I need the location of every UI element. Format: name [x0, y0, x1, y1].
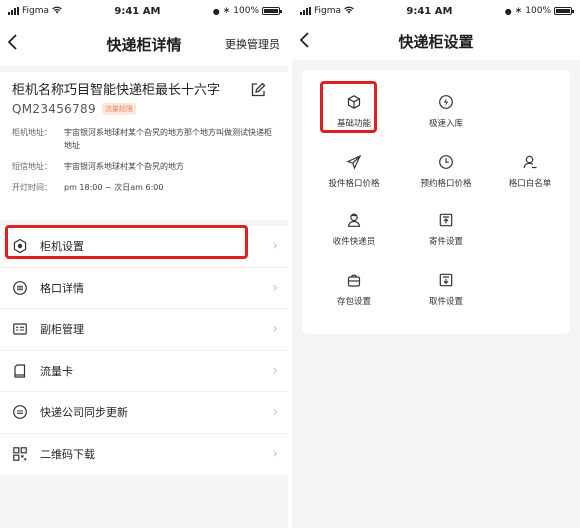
cabinet-detail-screen: Figma 9:41 AM ● ∗ 100% 快递柜详情 更换管理员 柜机名称巧…	[0, 0, 288, 528]
change-admin-button[interactable]: 更换管理员	[225, 36, 280, 52]
chevron-right-icon: ›	[272, 321, 278, 338]
hours-value: pm 18:00 ~ 次日am 6:00	[64, 183, 164, 192]
menu-item-sub-cabinet[interactable]: 副柜管理 ›	[0, 309, 288, 351]
status-time: 9:41 AM	[114, 5, 161, 17]
bag-icon	[347, 274, 361, 287]
grid-item-send-settings[interactable]: 寄件设置	[400, 196, 492, 254]
chevron-right-icon: ›	[272, 404, 278, 421]
box-icon	[347, 95, 361, 109]
settings-menu: 柜机设置 › 格口详情 › 副柜管理 › 流量卡 › 快递公司同步更新 › 二维…	[0, 226, 288, 475]
menu-item-label: 快递公司同步更新	[40, 406, 128, 420]
grid-item-label: 极速入库	[428, 119, 463, 129]
battery-icon	[554, 7, 574, 15]
battery-percent: 100%	[525, 6, 551, 16]
slot-detail-icon	[12, 280, 28, 296]
status-bar: Figma 9:41 AM ● ∗ 100%	[0, 0, 288, 22]
grid-item-label: 基础功能	[336, 119, 371, 129]
grid-item-storage-settings[interactable]: 存包设置	[308, 256, 400, 314]
chevron-left-icon[interactable]	[298, 30, 318, 52]
sim-card-icon	[12, 363, 28, 379]
battery-percent: 100%	[233, 6, 259, 16]
grid-item-send-slot-price[interactable]: 投件格口价格	[308, 138, 400, 196]
menu-item-sim-card[interactable]: 流量卡 ›	[0, 351, 288, 392]
bluetooth-icon: ∗	[514, 6, 523, 16]
grid-item-label: 预约格口价格	[420, 179, 472, 189]
sms-address-label: 短信地址：	[12, 162, 52, 171]
lightning-icon	[439, 95, 453, 109]
nav-bar: 快递柜详情 更换管理员	[0, 22, 288, 66]
carrier-name: Figma	[314, 6, 342, 16]
signal-icon	[8, 7, 19, 15]
grid-item-label: 投件格口价格	[328, 179, 380, 189]
grid-item-fast-stock-in[interactable]: 极速入库	[400, 78, 492, 136]
outbox-icon	[439, 213, 453, 227]
sms-address-value: 宇宙银河系地球村某个旮旯的地方	[64, 162, 184, 171]
grid-item-label: 收件快递员	[332, 237, 376, 247]
chevron-right-icon: ›	[272, 446, 278, 463]
alarm-icon: ●	[212, 6, 220, 16]
edit-icon[interactable]	[250, 82, 266, 98]
cabinet-settings-icon	[12, 238, 28, 254]
cabinet-code: QM23456789	[12, 102, 96, 116]
signal-icon	[300, 7, 311, 15]
grid-item-basic-functions[interactable]: 基础功能	[308, 78, 400, 136]
page-title: 快递柜设置	[398, 32, 474, 51]
status-bar: Figma 9:41 AM ● ∗ 100%	[292, 0, 580, 22]
grid-item-label: 寄件设置	[428, 237, 463, 247]
grid-item-label: 格口白名单	[508, 179, 552, 189]
page-title: 快递柜详情	[106, 35, 182, 54]
address-value: 宇宙银河系地球村某个旮旯的地方那个地方叫做测试快递柜地址	[64, 128, 272, 150]
courier-icon	[347, 213, 361, 227]
chevron-right-icon: ›	[272, 362, 278, 379]
wifi-icon	[344, 6, 354, 17]
menu-item-qr-download[interactable]: 二维码下载 ›	[0, 434, 288, 476]
menu-item-label: 格口详情	[40, 281, 84, 295]
settings-grid: 基础功能 极速入库 投件格口价格 预约格口价格 格口白名单 收件快递员 寄件设置	[302, 70, 570, 334]
qr-code-icon	[12, 446, 28, 462]
grid-item-label: 取件设置	[428, 297, 463, 307]
address-label: 柜机地址：	[12, 128, 52, 137]
nav-bar: 快递柜设置	[292, 22, 580, 60]
status-badge: 流量超限	[101, 103, 136, 115]
carrier-name: Figma	[22, 6, 50, 16]
menu-item-label: 副柜管理	[40, 323, 84, 337]
user-icon	[523, 155, 537, 169]
menu-item-slot-detail[interactable]: 格口详情 ›	[0, 268, 288, 309]
menu-item-label: 柜机设置	[40, 240, 84, 254]
cabinet-settings-screen: Figma 9:41 AM ● ∗ 100% 快递柜设置 基础功能 极速入库 投…	[292, 0, 580, 528]
status-time: 9:41 AM	[406, 5, 453, 17]
sync-icon	[12, 404, 28, 420]
bluetooth-icon: ∗	[222, 6, 231, 16]
cabinet-info-card: 柜机名称巧目智能快递柜最长十六字 QM23456789 流量超限 柜机地址： 宇…	[0, 72, 288, 220]
pickup-icon	[439, 273, 453, 287]
clock-icon	[439, 155, 453, 169]
chevron-right-icon: ›	[272, 279, 278, 296]
menu-item-label: 流量卡	[40, 364, 73, 378]
chevron-left-icon[interactable]	[6, 32, 26, 54]
cabinet-name: 柜机名称巧目智能快递柜最长十六字	[12, 83, 221, 98]
menu-item-label: 二维码下载	[40, 448, 95, 462]
grid-item-label: 存包设置	[336, 297, 371, 307]
sub-cabinet-icon	[12, 321, 28, 337]
alarm-icon: ●	[504, 6, 512, 16]
wifi-icon	[52, 6, 62, 17]
chevron-right-icon: ›	[272, 238, 278, 255]
menu-item-sync[interactable]: 快递公司同步更新 ›	[0, 392, 288, 434]
grid-item-receiving-courier[interactable]: 收件快递员	[308, 196, 400, 254]
grid-item-reserve-slot-price[interactable]: 预约格口价格	[400, 138, 492, 196]
grid-item-pickup-settings[interactable]: 取件设置	[400, 256, 492, 314]
grid-item-slot-whitelist[interactable]: 格口白名单	[484, 138, 576, 196]
hours-label: 开灯时间：	[12, 183, 52, 192]
menu-item-cabinet-settings[interactable]: 柜机设置 ›	[0, 226, 288, 268]
battery-icon	[262, 7, 282, 15]
send-icon	[346, 154, 362, 170]
